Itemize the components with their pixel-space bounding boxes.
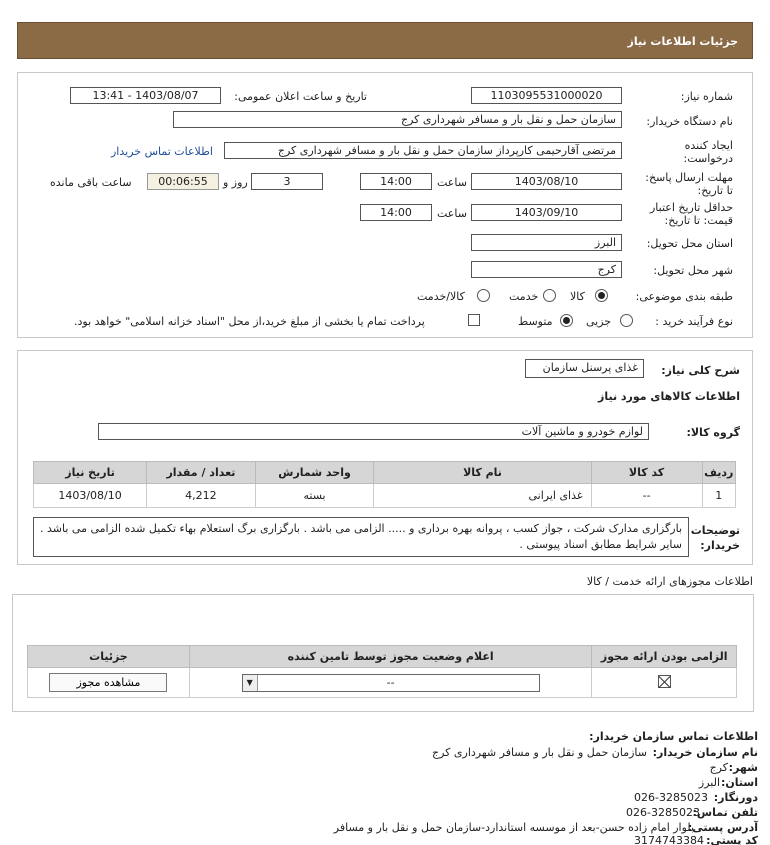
days-remaining-field: 3	[251, 173, 323, 190]
table-row: 1 -- غذای ایرانی بسته 4,212 1403/08/10	[32, 483, 736, 508]
cell-date: 1403/08/10	[32, 483, 148, 508]
buyer-notes-box: بارگزاری مدارک شرکت ، جواز کسب ، پروانه …	[33, 517, 689, 557]
category-option-goods-service: کالا/خدمت	[417, 290, 465, 303]
process-label: نوع فرآیند خرید :	[655, 315, 733, 328]
cell-unit: بسته	[254, 483, 375, 508]
page-title: جزئیات اطلاعات نیاز	[627, 35, 739, 48]
city-label: شهر محل تحویل:	[653, 264, 733, 277]
treasury-payment-note: پرداخت تمام یا بخشی از مبلغ خرید،از محل …	[74, 315, 425, 328]
category-radio-service[interactable]	[543, 289, 556, 302]
contact-postal-value: 3174743384	[634, 834, 704, 845]
creator-label-2: درخواست:	[683, 152, 733, 165]
col-code: کد کالا	[590, 461, 703, 484]
permits-table: الزامی بودن ارائه مجوز اعلام وضعیت مجوز …	[27, 645, 737, 698]
process-radio-medium[interactable]	[560, 314, 573, 327]
validity-time-field: 14:00	[360, 204, 432, 221]
deadline-date-field: 1403/08/10	[471, 173, 622, 190]
permit-status-cell: -- ▼	[188, 667, 593, 698]
buyer-contact-link[interactable]: اطلاعات تماس خریدار	[111, 145, 213, 158]
remaining-time-field: 00:06:55	[147, 173, 219, 190]
category-radio-goods-service[interactable]	[477, 289, 490, 302]
cell-row: 1	[701, 483, 736, 508]
category-label: طبقه بندی موضوعی:	[635, 290, 733, 303]
need-description-field: غذای پرسنل سازمان	[525, 359, 644, 378]
contact-org-value: سازمان حمل و نقل بار و مسافر شهرداری کرج	[432, 746, 647, 759]
permits-table-header: الزامی بودن ارائه مجوز اعلام وضعیت مجوز …	[27, 645, 737, 668]
remaining-time-label: ساعت باقی مانده	[50, 176, 132, 189]
contact-postal-label: کد پستی:	[706, 834, 758, 845]
required-checkbox-icon	[657, 674, 671, 688]
cell-code: --	[590, 483, 703, 508]
contact-city-value: کرج	[709, 761, 728, 774]
cell-qty: 4,212	[146, 483, 256, 508]
goods-info-title: اطلاعات کالاهای مورد نیاز	[598, 390, 740, 403]
col-date: تاریخ نیاز	[32, 461, 148, 484]
contact-title: اطلاعات تماس سازمان خریدار:	[589, 730, 758, 743]
announce-datetime-label: تاریخ و ساعت اعلان عمومی:	[234, 90, 367, 103]
need-description-label: شرح کلی نیاز:	[661, 364, 740, 377]
creator-field: مرتضی آقارحیمی کارپرداز سازمان حمل و نقل…	[224, 142, 622, 159]
contact-org-label: نام سازمان خریدار:	[652, 746, 758, 759]
col-name: نام کالا	[373, 461, 592, 484]
col-permit-required: الزامی بودن ارائه مجوز	[591, 645, 737, 668]
process-option-medium: متوسط	[518, 315, 553, 328]
province-label: استان محل تحویل:	[646, 237, 733, 250]
buyer-notes-label-2: خریدار:	[700, 539, 740, 552]
permit-details-cell: مشاهده مجوز	[27, 667, 190, 698]
permit-status-value: --	[386, 675, 395, 689]
permit-required-cell	[591, 667, 737, 698]
buyer-org-field: سازمان حمل و نقل بار و مسافر شهرداری کرج	[173, 111, 622, 128]
page-header: جزئیات اطلاعات نیاز	[17, 22, 753, 59]
permits-title: اطلاعات مجوزهای ارائه خدمت / کالا	[586, 575, 753, 588]
contact-city-label: شهر:	[728, 761, 758, 774]
process-radio-minor[interactable]	[620, 314, 633, 327]
deadline-time-field: 14:00	[360, 173, 432, 190]
col-row: ردیف	[701, 461, 736, 484]
validity-label-1: حداقل تاریخ اعتبار	[649, 201, 733, 214]
contact-phone-label: تلفن تماس:	[692, 806, 758, 819]
contact-address-value: بلوار امام زاده حسن-بعد از موسسه استاندا…	[333, 821, 694, 834]
creator-label-1: ایجاد کننده	[684, 139, 733, 152]
validity-time-label: ساعت	[437, 207, 467, 220]
goods-group-field: لوازم خودرو و ماشین آلات	[98, 423, 649, 440]
col-permit-status: اعلام وضعیت مجوز توسط تامین کننده	[188, 645, 593, 668]
deadline-time-label: ساعت	[437, 176, 467, 189]
validity-date-field: 1403/09/10	[471, 204, 622, 221]
need-number-label: شماره نیاز:	[680, 90, 733, 103]
province-field: البرز	[471, 234, 622, 251]
need-number-field: 1103095531000020	[471, 87, 622, 104]
goods-table: ردیف کد کالا نام کالا واحد شمارش تعداد /…	[32, 461, 736, 508]
contact-fax-label: دورنگار:	[713, 791, 758, 804]
cell-name: غذای ایرانی	[373, 483, 592, 508]
announce-datetime-field: 1403/08/07 - 13:41	[70, 87, 221, 104]
city-field: کرج	[471, 261, 622, 278]
contact-phone-value: 026-3285023	[626, 806, 700, 819]
category-option-goods: کالا	[570, 290, 585, 303]
col-qty: تعداد / مقدار	[146, 461, 256, 484]
contact-fax-value: 026-3285023	[634, 791, 708, 804]
days-label: روز و	[223, 176, 248, 189]
category-radio-goods[interactable]	[595, 289, 608, 302]
buyer-org-label: نام دستگاه خریدار:	[646, 115, 733, 128]
buyer-notes-label-1: توضیحات	[690, 524, 740, 537]
validity-label-2: قیمت: تا تاریخ:	[664, 214, 733, 227]
deadline-label-2: تا تاریخ:	[697, 184, 733, 197]
category-option-service: خدمت	[509, 290, 539, 303]
goods-table-header: ردیف کد کالا نام کالا واحد شمارش تعداد /…	[32, 461, 736, 484]
process-option-minor: جزیی	[586, 315, 612, 328]
contact-province-value: البرز	[698, 776, 720, 789]
table-row: -- ▼ مشاهده مجوز	[27, 667, 737, 698]
chevron-down-icon[interactable]: ▼	[242, 674, 258, 691]
goods-group-label: گروه کالا:	[686, 426, 740, 439]
col-unit: واحد شمارش	[254, 461, 375, 484]
permit-status-select[interactable]: -- ▼	[241, 673, 540, 692]
contact-address-label: آدرس پستی:	[687, 821, 758, 834]
col-permit-details: جزئیات	[27, 645, 190, 668]
deadline-label-1: مهلت ارسال پاسخ:	[645, 171, 733, 184]
view-permit-button[interactable]: مشاهده مجوز	[49, 673, 168, 692]
contact-province-label: استان:	[721, 776, 758, 789]
treasury-payment-checkbox[interactable]	[468, 314, 480, 326]
